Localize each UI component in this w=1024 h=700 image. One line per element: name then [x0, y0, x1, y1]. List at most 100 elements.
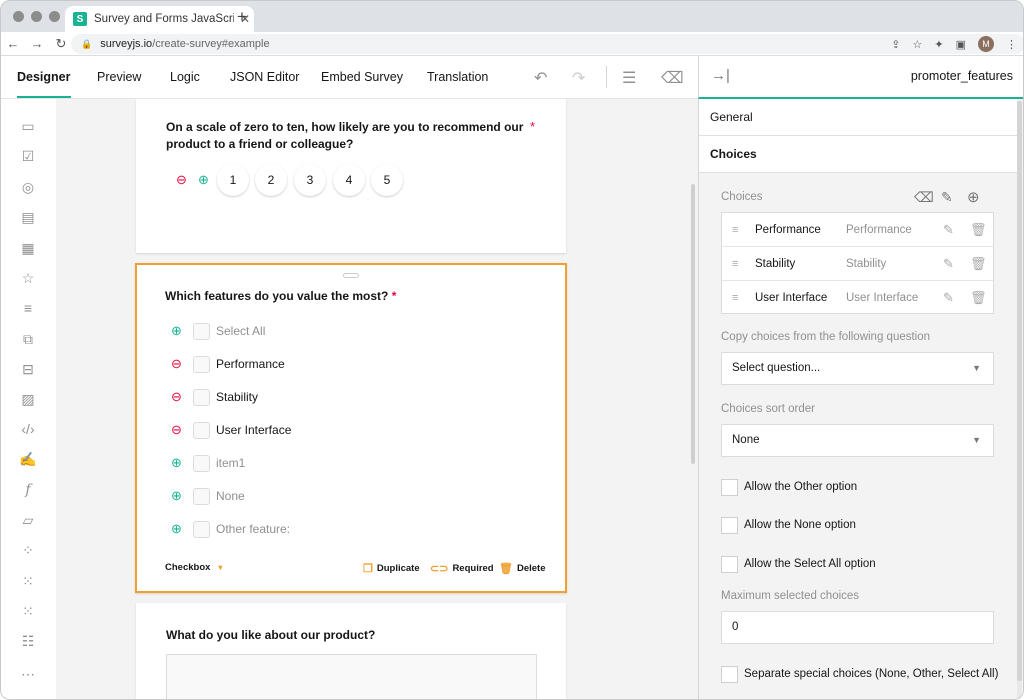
profile-avatar[interactable]: M: [978, 36, 994, 52]
choice-item[interactable]: ⊕ Other feature:: [171, 519, 290, 539]
browser-menu-icon[interactable]: ⋮: [1006, 38, 1017, 51]
choice-label[interactable]: item1: [216, 456, 245, 470]
ranking-icon[interactable]: ≡: [19, 299, 37, 317]
choice-item[interactable]: ⊖ Stability: [171, 387, 258, 407]
drag-grip-icon[interactable]: ≡: [732, 224, 746, 236]
tab-logic[interactable]: Logic: [170, 56, 200, 98]
share-icon[interactable]: ⇪: [891, 38, 900, 51]
trash-icon[interactable]: 🗑: [970, 222, 987, 238]
rating-icon[interactable]: ☆: [19, 269, 37, 287]
choice-item[interactable]: ⊕ None: [171, 486, 245, 506]
rating-item[interactable]: 1: [217, 164, 249, 196]
address-bar[interactable]: 🔒 surveyjs.io/create-survey#example ⇪ ☆ …: [71, 34, 1023, 54]
section-general[interactable]: General: [699, 99, 1017, 136]
checkbox-box[interactable]: [193, 454, 210, 472]
edit-choices-icon[interactable]: ✎: [941, 189, 953, 206]
back-icon[interactable]: ←: [1, 36, 25, 51]
new-tab-icon[interactable]: +: [237, 7, 247, 27]
section-choices[interactable]: Choices: [699, 136, 1017, 173]
more-icon[interactable]: ⋯: [19, 665, 37, 683]
canvas-scrollbar[interactable]: [691, 184, 695, 464]
sidepanel-icon[interactable]: ▣: [956, 38, 966, 51]
collapse-panel-icon[interactable]: →|: [711, 67, 730, 84]
tab-designer[interactable]: Designer: [17, 56, 71, 98]
choice-label[interactable]: User Interface: [216, 423, 291, 437]
redo-icon[interactable]: ↷: [572, 68, 585, 88]
rating-item[interactable]: 2: [255, 164, 287, 196]
rating-item[interactable]: 3: [294, 164, 326, 196]
add-choice-icon[interactable]: ⊕: [171, 323, 185, 339]
property-grid-scrollbar[interactable]: [1017, 101, 1022, 699]
tab-preview[interactable]: Preview: [97, 56, 141, 98]
choice-label[interactable]: Performance: [216, 357, 285, 371]
tab-embed-survey[interactable]: Embed Survey: [321, 56, 403, 98]
add-choice-icon[interactable]: ⊕: [171, 455, 185, 471]
remove-choice-icon[interactable]: ⊖: [171, 356, 185, 372]
image-picker-icon[interactable]: ⧉: [19, 330, 37, 348]
choice-label[interactable]: None: [216, 489, 245, 503]
required-toggle[interactable]: ⊂⊃ Required: [430, 562, 494, 575]
delete-button[interactable]: 🗑 Delete: [499, 562, 545, 575]
remove-choice-icon[interactable]: ⊖: [171, 422, 185, 438]
window-controls[interactable]: [13, 11, 60, 22]
image-icon[interactable]: ▨: [19, 390, 37, 408]
expression-icon[interactable]: f: [19, 481, 37, 499]
radiogroup-icon[interactable]: ◎: [19, 178, 37, 196]
max-choices-input[interactable]: 0: [721, 611, 994, 644]
choice-item[interactable]: ⊖ Performance: [171, 354, 285, 374]
file-icon[interactable]: ▱: [19, 511, 37, 529]
choice-label[interactable]: Other feature:: [216, 522, 290, 536]
dropdown-icon[interactable]: ▤: [19, 208, 37, 226]
sort-order-dropdown[interactable]: None ▼: [721, 424, 994, 457]
checkbox-box[interactable]: [193, 421, 210, 439]
extensions-icon[interactable]: ✦: [934, 38, 943, 51]
settings-sliders-icon[interactable]: ☰: [622, 68, 636, 88]
bookmark-star-icon[interactable]: ☆: [913, 38, 923, 51]
rating-item[interactable]: 5: [371, 164, 403, 196]
checkbox-box[interactable]: [193, 355, 210, 373]
choice-row[interactable]: ≡ User Interface User Interface ✎ 🗑: [722, 281, 993, 315]
forward-icon[interactable]: →: [25, 36, 49, 51]
choice-label[interactable]: Select All: [216, 324, 265, 338]
choice-row[interactable]: ≡ Stability Stability ✎ 🗑: [722, 247, 993, 281]
clear-choices-icon[interactable]: ⌫: [914, 189, 934, 206]
matrix-icon[interactable]: ⁘: [19, 541, 37, 559]
tab-json-editor[interactable]: JSON Editor: [230, 56, 299, 98]
question-card-comment[interactable]: What do you like about our product?: [136, 603, 566, 699]
eraser-icon[interactable]: ⌫: [661, 68, 684, 88]
checkbox-box[interactable]: [193, 520, 210, 538]
comment-textarea[interactable]: [166, 654, 537, 699]
matrix-dynamic-icon[interactable]: ⁙: [19, 602, 37, 620]
edit-icon[interactable]: ✎: [943, 290, 954, 306]
duplicate-button[interactable]: ❐ Duplicate: [363, 562, 420, 575]
boolean-icon[interactable]: ⊟: [19, 360, 37, 378]
drag-grip-icon[interactable]: ≡: [732, 258, 746, 270]
choice-label[interactable]: Stability: [216, 390, 258, 404]
question-title[interactable]: On a scale of zero to ten, how likely ar…: [166, 119, 523, 153]
browser-tab[interactable]: S Survey and Forms JavaScript L ✕: [65, 6, 254, 32]
add-rate-icon[interactable]: ⊕: [198, 172, 209, 188]
add-choice-icon[interactable]: ⊕: [171, 488, 185, 504]
reload-icon[interactable]: ↻: [49, 36, 73, 52]
comment-icon[interactable]: ▦: [19, 239, 37, 257]
choice-row[interactable]: ≡ Performance Performance ✎ 🗑: [722, 213, 993, 247]
tab-translation[interactable]: Translation: [427, 56, 488, 98]
single-input-icon[interactable]: ▭: [19, 117, 37, 135]
question-card-features[interactable]: Which features do you value the most? * …: [135, 263, 567, 593]
add-choice-icon[interactable]: ⊕: [967, 188, 980, 206]
undo-icon[interactable]: ↶: [534, 68, 547, 88]
question-type-selector[interactable]: Checkbox ▾: [165, 562, 222, 573]
checkbox-icon[interactable]: ☑: [19, 147, 37, 165]
remove-rate-icon[interactable]: ⊖: [176, 172, 187, 188]
allow-select-all-checkbox[interactable]: Allow the Select All option: [721, 555, 876, 573]
edit-icon[interactable]: ✎: [943, 222, 954, 238]
question-title[interactable]: What do you like about our product?: [166, 627, 375, 644]
choice-item[interactable]: ⊕ Select All: [171, 321, 265, 341]
allow-other-checkbox[interactable]: Allow the Other option: [721, 478, 857, 496]
trash-icon[interactable]: 🗑: [970, 256, 987, 272]
allow-none-checkbox[interactable]: Allow the None option: [721, 516, 856, 534]
checkbox-box[interactable]: [193, 322, 210, 340]
separate-special-checkbox[interactable]: Separate special choices (None, Other, S…: [721, 665, 998, 683]
remove-choice-icon[interactable]: ⊖: [171, 389, 185, 405]
copy-choices-dropdown[interactable]: Select question... ▼: [721, 352, 994, 385]
